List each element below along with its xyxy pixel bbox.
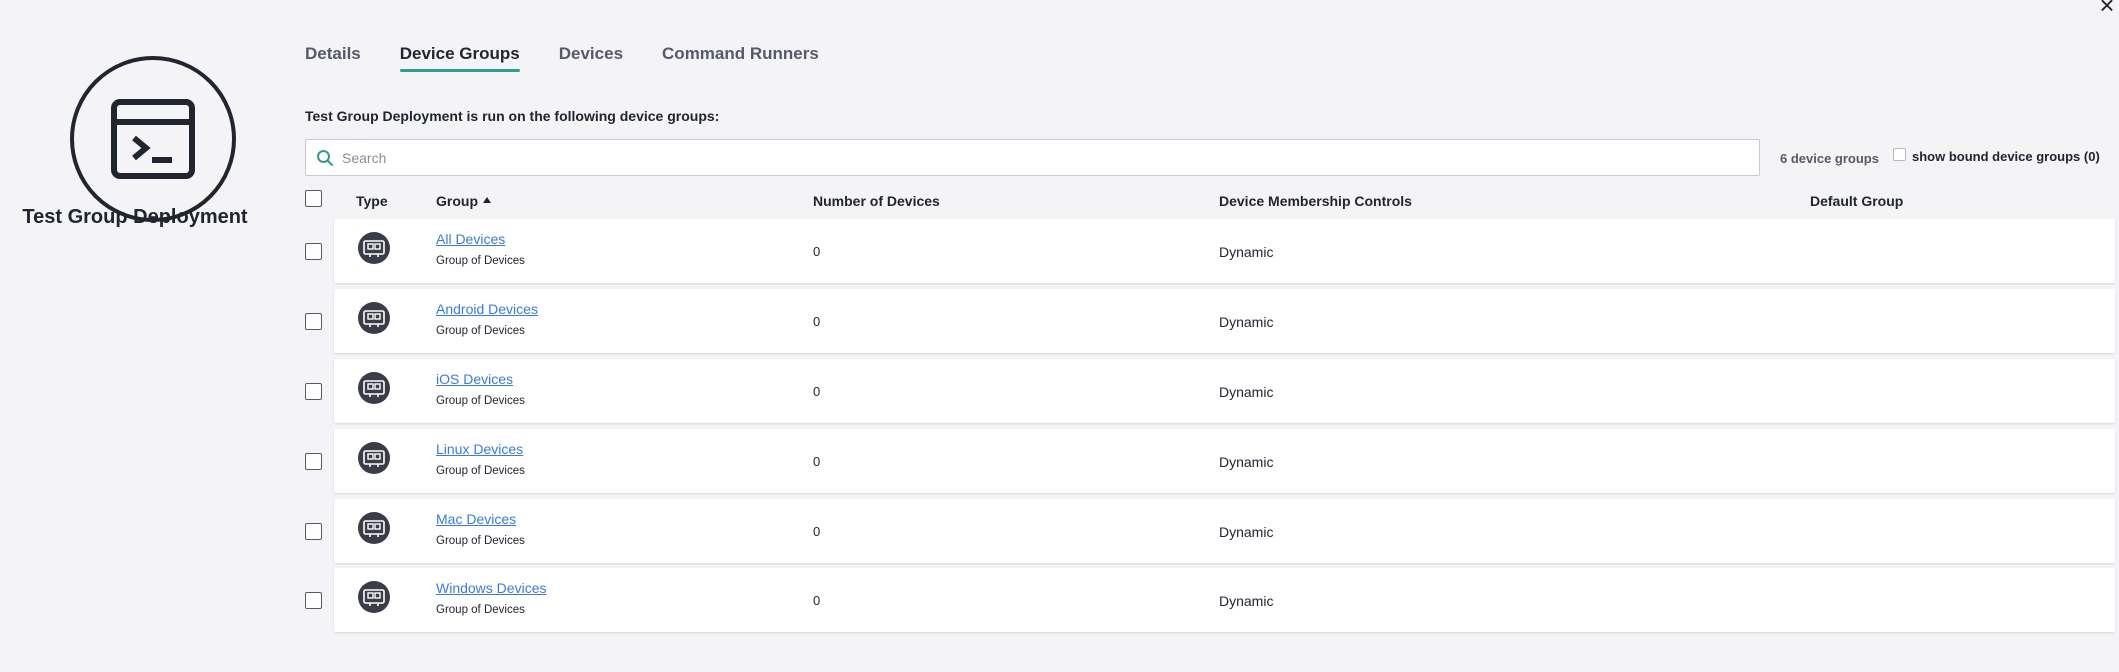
close-icon[interactable]: × [2095, 0, 2119, 18]
column-header-number-of-devices: Number of Devices [813, 193, 940, 209]
membership-control: Dynamic [1219, 314, 1274, 330]
group-subtitle: Group of Devices [436, 604, 525, 616]
number-of-devices: 0 [813, 384, 821, 399]
select-all-checkbox[interactable] [305, 190, 322, 207]
command-window-icon [70, 56, 236, 222]
column-header-type: Type [356, 193, 388, 209]
device-group-icon [358, 372, 390, 404]
tab-devices[interactable]: Devices [559, 44, 623, 72]
row-checkbox[interactable] [305, 592, 322, 609]
column-header-group-label: Group [436, 193, 478, 209]
number-of-devices: 0 [813, 524, 821, 539]
intro-text: Test Group Deployment is run on the foll… [305, 108, 720, 124]
show-bound-checkbox[interactable] [1893, 148, 1906, 161]
device-group-icon [358, 581, 390, 613]
membership-control: Dynamic [1219, 454, 1274, 470]
group-subtitle: Group of Devices [436, 395, 525, 407]
device-group-count: 6 device groups [1780, 151, 1879, 166]
table-header: Type Group Number of Devices Device Memb… [305, 190, 2115, 210]
column-header-group[interactable]: Group [436, 193, 491, 209]
configuration-summary: Test Group Deployment [0, 0, 270, 300]
group-link[interactable]: All Devices [436, 231, 505, 247]
group-link[interactable]: Linux Devices [436, 441, 523, 457]
device-group-icon [358, 232, 390, 264]
tab-device-groups[interactable]: Device Groups [399, 44, 520, 72]
table-row: Windows Devices Group of Devices 0 Dynam… [305, 568, 2115, 634]
column-header-default-group: Default Group [1810, 193, 1904, 209]
column-header-membership-controls: Device Membership Controls [1219, 193, 1412, 209]
group-link[interactable]: Android Devices [436, 301, 538, 317]
group-subtitle: Group of Devices [436, 535, 525, 547]
tab-bar: Details Device Groups Devices Command Ru… [305, 44, 858, 74]
membership-control: Dynamic [1219, 244, 1274, 260]
group-link[interactable]: Mac Devices [436, 511, 516, 527]
table-row: Android Devices Group of Devices 0 Dynam… [305, 289, 2115, 355]
row-checkbox[interactable] [305, 313, 322, 330]
group-subtitle: Group of Devices [436, 465, 525, 477]
row-checkbox[interactable] [305, 243, 322, 260]
show-bound-label: show bound device groups (0) [1912, 149, 2100, 164]
tab-details[interactable]: Details [305, 44, 361, 72]
row-checkbox[interactable] [305, 383, 322, 400]
membership-control: Dynamic [1219, 384, 1274, 400]
group-subtitle: Group of Devices [436, 255, 525, 267]
table-row: Mac Devices Group of Devices 0 Dynamic [305, 499, 2115, 565]
configuration-title: Test Group Deployment [22, 206, 248, 228]
group-link[interactable]: Windows Devices [436, 580, 546, 596]
show-bound-toggle[interactable]: show bound device groups (0) [1893, 148, 2100, 164]
search-icon [317, 149, 333, 166]
number-of-devices: 0 [813, 593, 821, 608]
row-checkbox[interactable] [305, 523, 322, 540]
number-of-devices: 0 [813, 454, 821, 469]
device-group-icon [358, 512, 390, 544]
number-of-devices: 0 [813, 314, 821, 329]
sort-ascending-icon [483, 197, 491, 204]
table-row: iOS Devices Group of Devices 0 Dynamic [305, 359, 2115, 425]
search-box[interactable] [305, 139, 1760, 176]
group-link[interactable]: iOS Devices [436, 371, 513, 387]
tab-command-runners[interactable]: Command Runners [662, 44, 819, 72]
membership-control: Dynamic [1219, 524, 1274, 540]
table-row: Linux Devices Group of Devices 0 Dynamic [305, 429, 2115, 495]
membership-control: Dynamic [1219, 593, 1274, 609]
row-checkbox[interactable] [305, 453, 322, 470]
search-input[interactable] [342, 149, 1722, 166]
device-group-icon [358, 442, 390, 474]
group-subtitle: Group of Devices [436, 325, 525, 337]
number-of-devices: 0 [813, 244, 821, 259]
device-group-icon [358, 302, 390, 334]
table-row: All Devices Group of Devices 0 Dynamic [305, 219, 2115, 285]
